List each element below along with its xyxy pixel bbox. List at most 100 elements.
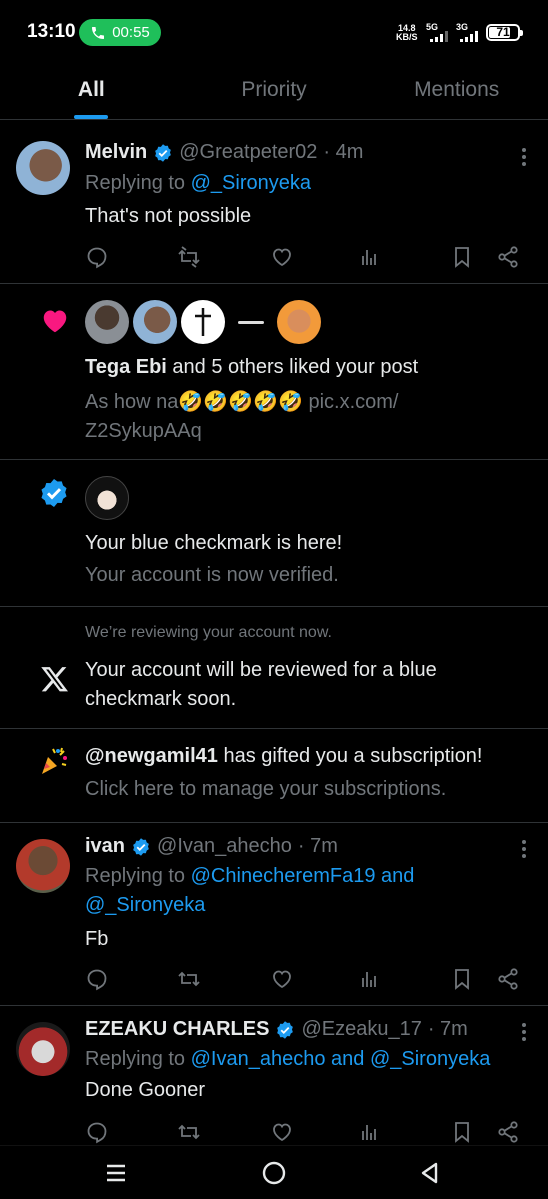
replying-to-link[interactable]: @_Sironyeka — [370, 1048, 490, 1070]
replying-to-link[interactable]: @_Sironyeka — [191, 172, 311, 194]
more-icon[interactable] — [522, 1023, 526, 1044]
reply-icon[interactable] — [85, 967, 109, 991]
likes-summary: Tega Ebi and 5 others liked your post — [85, 356, 418, 379]
notifications-feed: Melvin @Greatpeter02 · 4m Replying to @_… — [0, 121, 548, 1146]
post-time: · 7m — [427, 1018, 468, 1040]
avatar[interactable] — [16, 141, 70, 195]
menu-icon[interactable] — [104, 1161, 128, 1185]
sim1-signal-icon: 5G — [426, 22, 454, 42]
gift-notification[interactable]: @newgamil41 has gifted you a subscriptio… — [0, 729, 548, 823]
clock: 13:10 — [27, 21, 76, 42]
author-handle[interactable]: @Ivan_ahecho — [157, 835, 292, 858]
verified-subtitle: Your account is now verified. — [85, 564, 339, 586]
back-icon[interactable] — [418, 1161, 442, 1185]
verified-title: Your blue checkmark is here! — [85, 532, 343, 554]
post-preview[interactable]: As how na🤣🤣🤣🤣🤣 pic.x.com/ Z2SykupAAq — [85, 388, 535, 446]
post-preview-line-1: As how na🤣🤣🤣🤣🤣 pic.x.com/ — [85, 391, 399, 413]
more-icon[interactable] — [522, 148, 526, 169]
bookmark-icon[interactable] — [450, 967, 474, 991]
replying-to-link[interactable]: @_Sironyeka — [85, 894, 205, 916]
avatar[interactable] — [16, 839, 70, 893]
views-icon[interactable] — [358, 967, 382, 991]
retweet-icon[interactable] — [177, 1120, 201, 1144]
replying-to-link[interactable]: @Ivan_ahecho — [191, 1048, 326, 1070]
share-icon[interactable] — [496, 967, 520, 991]
verified-icon — [155, 143, 172, 162]
post-preview-line-2: Z2SykupAAq — [85, 420, 202, 442]
retweet-icon[interactable] — [177, 967, 201, 991]
retweet-icon[interactable] — [177, 245, 201, 269]
gifter-handle[interactable]: @newgamil41 — [85, 745, 218, 767]
author-name[interactable]: ivan — [85, 835, 125, 858]
likes-summary-text: and 5 others liked your post — [166, 356, 419, 378]
likes-notification[interactable]: Tega Ebi and 5 others liked your post As… — [0, 284, 548, 460]
bookmark-icon[interactable] — [450, 245, 474, 269]
status-bar: 13:10 00:55 14.8 KB/S 5G 3G 71 — [0, 0, 548, 64]
author-name[interactable]: Melvin — [85, 141, 147, 164]
avatar[interactable] — [85, 300, 129, 344]
cross-icon — [195, 308, 211, 336]
system-navigation-bar — [0, 1145, 548, 1199]
tab-mentions[interactable]: Mentions — [365, 64, 548, 119]
avatar[interactable] — [229, 300, 273, 344]
views-icon[interactable] — [358, 245, 382, 269]
manage-subscriptions-link[interactable]: Click here to manage your subscriptions. — [85, 775, 535, 804]
replying-to: Replying to @Ivan_ahecho and @_Sironyeka — [85, 1045, 545, 1074]
views-icon[interactable] — [358, 1120, 382, 1144]
avatar[interactable] — [181, 300, 225, 344]
like-icon[interactable] — [270, 967, 294, 991]
replying-to: Replying to @_Sironyeka — [85, 169, 535, 198]
sim2-signal-icon: 3G — [456, 22, 484, 42]
verified-icon — [133, 837, 149, 856]
network-speed: 14.8 KB/S — [396, 24, 418, 42]
post-text: That's not possible — [85, 205, 252, 227]
post-actions — [85, 245, 525, 269]
review-caption: We’re reviewing your account now. — [85, 624, 332, 641]
reply-icon[interactable] — [85, 1120, 109, 1144]
replying-to-link[interactable]: @ChinecheremFa19 — [191, 865, 376, 887]
network-speed-unit: KB/S — [396, 32, 418, 42]
battery-icon: 71 — [486, 24, 523, 41]
avatar[interactable] — [16, 1022, 70, 1076]
reply-notification-melvin[interactable]: Melvin @Greatpeter02 · 4m Replying to @_… — [0, 121, 548, 284]
replying-prefix: Replying to — [85, 1048, 191, 1070]
party-popper-icon — [42, 747, 67, 774]
notification-tabs: All Priority Mentions — [0, 64, 548, 120]
replying-prefix: Replying to — [85, 865, 191, 887]
gift-message-text: has gifted you a subscription! — [217, 745, 483, 767]
liker-name[interactable]: Tega Ebi — [85, 356, 167, 378]
battery-level: 71 — [496, 25, 510, 39]
reply-notification-ezeaku[interactable]: EZEAKU CHARLES @Ezeaku_17 · 7m Replying … — [0, 1006, 548, 1146]
avatar[interactable] — [277, 300, 321, 344]
gift-message: @newgamil41 has gifted you a subscriptio… — [85, 745, 483, 768]
call-timer: 00:55 — [112, 24, 150, 41]
replying-and: and — [325, 1048, 370, 1070]
tab-priority[interactable]: Priority — [183, 64, 366, 119]
verified-icon — [277, 1020, 294, 1039]
verified-notification[interactable]: Your blue checkmark is here! Your accoun… — [0, 460, 548, 607]
author-name[interactable]: EZEAKU CHARLES — [85, 1018, 269, 1041]
share-icon[interactable] — [496, 245, 520, 269]
post-actions — [85, 967, 525, 991]
share-icon[interactable] — [496, 1120, 520, 1144]
author-handle[interactable]: @Ezeaku_17 — [301, 1018, 421, 1041]
call-indicator[interactable]: 00:55 — [79, 19, 161, 46]
avatar[interactable] — [133, 300, 177, 344]
bookmark-icon[interactable] — [450, 1120, 474, 1144]
reply-notification-ivan[interactable]: ivan @Ivan_ahecho · 7m Replying to @Chin… — [0, 823, 548, 1006]
post-time: · 4m — [323, 141, 364, 163]
replying-to: Replying to @ChinecheremFa19 and @_Siron… — [85, 862, 535, 920]
like-icon[interactable] — [270, 1120, 294, 1144]
avatar[interactable] — [85, 476, 129, 520]
tab-all[interactable]: All — [0, 64, 183, 119]
review-notification[interactable]: We’re reviewing your account now. Your a… — [0, 607, 548, 729]
home-circle-icon[interactable] — [261, 1160, 287, 1186]
reply-icon[interactable] — [85, 245, 109, 269]
like-icon[interactable] — [270, 245, 294, 269]
review-message-line-2: checkmark soon. — [85, 688, 237, 710]
post-actions — [85, 1120, 525, 1144]
post-text: Done Gooner — [85, 1079, 206, 1101]
post-text: Fb — [85, 928, 109, 950]
more-icon[interactable] — [522, 840, 526, 861]
author-handle[interactable]: @Greatpeter02 — [179, 141, 317, 164]
